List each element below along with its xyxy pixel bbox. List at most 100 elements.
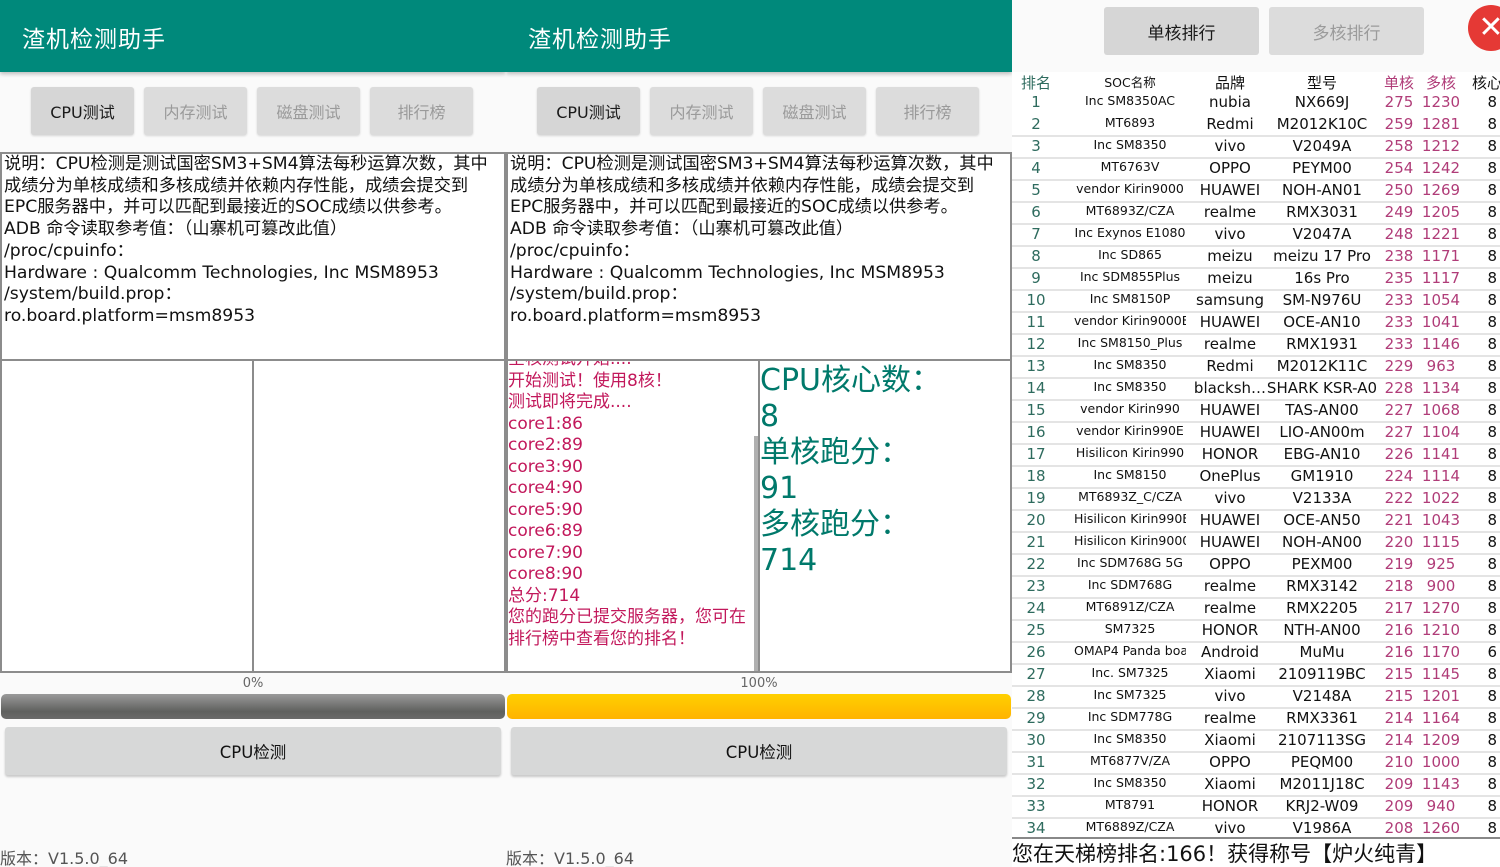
single-core-score: 215 (1384, 687, 1414, 705)
log-line: core8:90 (508, 564, 583, 584)
leaderboard-dialog: 单核排行 多核排行 ✕ 排名 SOC名称 品牌 型号 单核 多核 核心 1 Inc… (1012, 0, 1500, 867)
multi-core-score: 1068 (1421, 401, 1461, 419)
col-rank: 排名 (1020, 74, 1051, 92)
rank: 6 (1031, 203, 1041, 221)
description-line: 说明：CPU检测是测试国密SM3+SM4算法每秒运算次数，其中 (510, 154, 994, 174)
rank: 2 (1031, 115, 1041, 133)
cores-value: 8 (760, 399, 780, 434)
soc-name: MT8791 (1104, 797, 1156, 812)
multi-core-score: 1115 (1421, 533, 1461, 551)
rank: 13 (1026, 357, 1046, 375)
progress-fill (507, 694, 1011, 719)
log-panel[interactable] (0, 359, 254, 673)
version-label: 版本：V1.5.0_64 (0, 849, 129, 867)
brand: OPPO (1209, 555, 1251, 573)
cpu-test-button[interactable]: CPU检测 (5, 727, 501, 775)
brand: blacksh… (1193, 379, 1267, 397)
brand: Xiaomi (1204, 665, 1256, 683)
description-line: 说明：CPU检测是测试国密SM3+SM4算法每秒运算次数，其中 (4, 154, 488, 174)
multi-core-score: 1022 (1421, 489, 1461, 507)
soc-name: Inc SDM855Plus (1079, 269, 1181, 284)
rank: 29 (1026, 709, 1046, 727)
tab-cpu-test[interactable]: CPU测试 (537, 87, 640, 135)
table-row: 1 Inc SM8350AC nubia NX669J 275 1230 8 (1012, 93, 1500, 115)
brand: HUAWEI (1199, 401, 1261, 419)
col-cores: 核心 (1472, 74, 1500, 92)
cores-label: CPU核心数： (760, 363, 941, 398)
multi-core-score: 1212 (1421, 137, 1461, 155)
single-core-score: 250 (1384, 181, 1414, 199)
brand: HONOR (1201, 445, 1259, 463)
tab-memory-test[interactable]: 内存测试 (650, 87, 753, 135)
core-count: 8 (1487, 709, 1497, 727)
single-core-score: 221 (1384, 511, 1414, 529)
brand: nubia (1209, 93, 1251, 111)
soc-name: Inc SM8350 (1093, 731, 1167, 746)
table-row: 7 Inc Exynos E1080 vivo V2047A 248 1221 8 (1012, 225, 1500, 247)
col-soc: SOC名称 (1104, 75, 1156, 90)
multi-core-label: 多核跑分： (760, 507, 910, 542)
single-core-score: 248 (1384, 225, 1414, 243)
core-count: 8 (1487, 225, 1497, 243)
tab-leaderboard[interactable]: 排行榜 (876, 87, 979, 135)
rank: 10 (1026, 291, 1046, 309)
single-core-score: 220 (1384, 533, 1414, 551)
description-line: /proc/cpuinfo： (4, 240, 134, 261)
progress-bar (507, 694, 1011, 719)
multi-core-score: 1164 (1421, 709, 1461, 727)
single-core-ranking-button[interactable]: 单核排行 (1104, 7, 1259, 55)
multi-core-score: 900 (1426, 577, 1456, 595)
table-row: 17 Hisilicon Kirin990 HONOR EBG-AN10 226 1141… (1012, 445, 1500, 467)
table-row: 20 Hisilicon Kirin990E HUAWEI OCE-AN50 221 10… (1012, 511, 1500, 533)
single-core-score: 208 (1384, 819, 1414, 837)
table-row: 28 Inc SM7325 vivo V2148A 215 1201 8 (1012, 687, 1500, 709)
brand: Redmi (1206, 357, 1254, 375)
multi-core-ranking-button[interactable]: 多核排行 (1269, 7, 1424, 55)
single-core-score: 219 (1384, 555, 1414, 573)
leaderboard-header: 单核排行 多核排行 ✕ (1012, 0, 1500, 72)
multi-core-score: 1000 (1421, 753, 1461, 771)
multi-core-score: 1104 (1421, 423, 1461, 441)
multi-core-score: 1281 (1421, 115, 1461, 133)
multi-core-score: 1043 (1421, 511, 1461, 529)
tab-disk-test[interactable]: 磁盘测试 (763, 87, 866, 135)
core-count: 8 (1487, 489, 1497, 507)
soc-name: Inc SM8350AC (1084, 93, 1176, 108)
table-row: 12 Inc SM8150_Plus realme RMX1931 233 1146 8 (1012, 335, 1500, 357)
single-core-score: 227 (1384, 401, 1414, 419)
tab-bar: CPU测试 内存测试 磁盘测试 排行榜 (31, 87, 473, 135)
rank: 21 (1026, 533, 1046, 551)
rank: 24 (1026, 599, 1046, 617)
soc-name: Inc SM8350 (1093, 357, 1167, 372)
table-row: 24 MT6891Z/CZA realme RMX2205 217 1270 8 (1012, 599, 1500, 621)
model: RMX3361 (1286, 709, 1358, 727)
model: M2012K11C (1276, 357, 1368, 375)
rank: 23 (1026, 577, 1046, 595)
model: V2049A (1292, 137, 1352, 155)
brand: vivo (1214, 225, 1246, 243)
core-count: 8 (1487, 687, 1497, 705)
close-icon[interactable]: ✕ (1468, 5, 1500, 51)
rank: 34 (1026, 819, 1046, 837)
single-core-score: 233 (1384, 313, 1414, 331)
soc-name: Inc SM8150 (1093, 467, 1167, 482)
tab-memory-test[interactable]: 内存测试 (144, 87, 247, 135)
core-count: 8 (1487, 137, 1497, 155)
tab-cpu-test[interactable]: CPU测试 (31, 87, 134, 135)
tab-leaderboard[interactable]: 排行榜 (370, 87, 473, 135)
log-panel[interactable]: 全核测试开始.... 开始测试！使用8核！ 测试即将完成.... core1:8… (506, 359, 760, 673)
cpu-test-button[interactable]: CPU检测 (511, 727, 1007, 775)
model: 2107113SG (1278, 731, 1366, 749)
core-count: 8 (1487, 313, 1497, 331)
model: V2133A (1292, 489, 1352, 507)
rank: 16 (1026, 423, 1046, 441)
table-row: 29 Inc SDM778G realme RMX3361 214 1164 8 (1012, 709, 1500, 731)
table-row: 23 Inc SDM768G realme RMX3142 218 900 8 (1012, 577, 1500, 599)
single-core-score: 210 (1384, 753, 1414, 771)
core-count: 8 (1487, 533, 1497, 551)
tab-disk-test[interactable]: 磁盘测试 (257, 87, 360, 135)
single-core-score: 229 (1384, 357, 1414, 375)
single-core-score: 224 (1384, 467, 1414, 485)
table-row: 2 MT6893 Redmi M2012K10C 259 1281 8 (1012, 115, 1500, 137)
multi-core-score: 1269 (1421, 181, 1461, 199)
